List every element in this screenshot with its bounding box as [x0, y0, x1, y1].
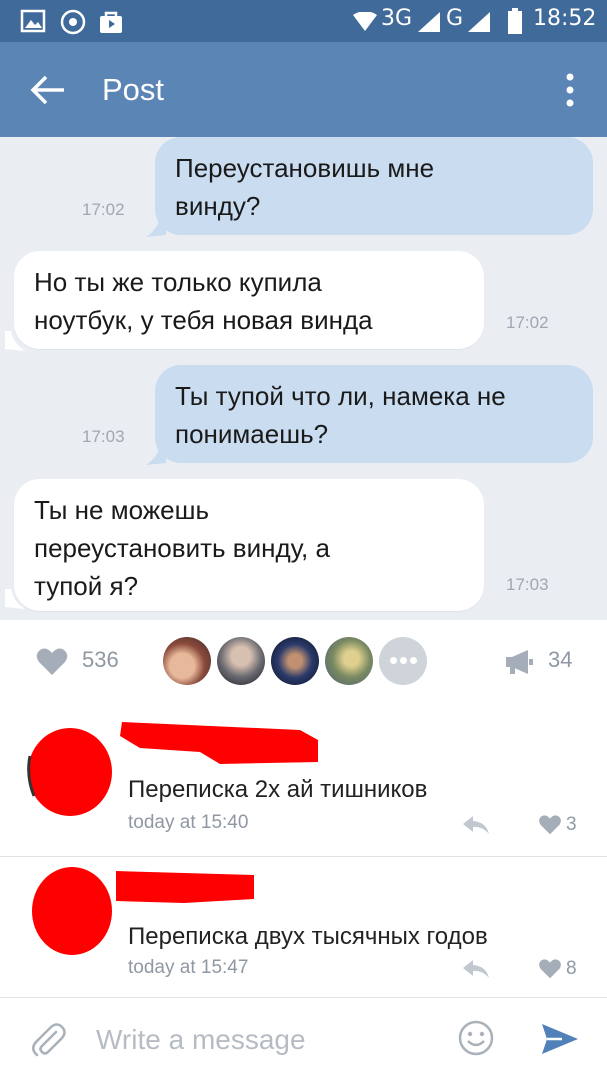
message-line: Переустановишь мне [175, 153, 435, 183]
store-bag-icon [100, 11, 122, 33]
heart-icon[interactable] [538, 959, 562, 979]
vk-circle-icon [60, 9, 86, 35]
redacted-name [120, 722, 318, 764]
signal-icon [418, 12, 440, 32]
message-time: 17:02 [82, 200, 125, 219]
message-line: винду? [175, 191, 261, 221]
comment: Переписка 2х ай тишников today at 15:40 … [0, 704, 607, 855]
message-bubble-incoming: Но ты же только купила ноутбук, у тебя н… [14, 251, 484, 349]
message-bubble-outgoing: Переустановишь мне винду? [155, 137, 593, 235]
chat-screenshot: Переустановишь мне винду? 17:02 Но ты же… [0, 137, 607, 620]
clock: 18:52 [533, 6, 597, 31]
paperclip-icon[interactable] [30, 1022, 66, 1058]
message-line: Ты тупой что ли, намека не [175, 381, 506, 411]
avatar[interactable] [217, 637, 265, 685]
post-reactions: 536 34 [0, 620, 607, 704]
message-line: тупой я? [34, 571, 139, 601]
message-line: переустановить винду, а [34, 533, 330, 563]
message-input[interactable] [96, 1018, 436, 1062]
network-g-label: G [446, 6, 464, 31]
comment-date: today at 15:47 [128, 957, 249, 978]
heart-icon[interactable] [36, 648, 68, 676]
message-bubble-outgoing: Ты тупой что ли, намека не понимаешь? [155, 365, 593, 463]
comment-like-count: 8 [566, 958, 577, 979]
heart-icon[interactable] [538, 815, 562, 835]
message-bubble-incoming: Ты не можешь переустановить винду, а туп… [14, 479, 484, 611]
comment-text: Переписка 2х ай тишников [128, 776, 428, 803]
bubble-tail [5, 331, 25, 351]
message-time: 17:03 [82, 427, 125, 446]
avatar[interactable] [163, 637, 211, 685]
more-likers-button[interactable] [379, 637, 427, 685]
arrow-left-icon[interactable] [26, 68, 70, 112]
comment: Переписка двух тысячных годов today at 1… [0, 857, 607, 997]
avatar[interactable] [325, 637, 373, 685]
network-3g-label: 3G [381, 6, 413, 31]
bubble-tail [146, 445, 166, 465]
bubble-tail [146, 217, 166, 237]
post-screen: 3G G 18:52 Post Переустановишь мне винду… [0, 0, 607, 1080]
megaphone-icon[interactable] [504, 649, 534, 675]
battery-icon [508, 8, 522, 34]
send-icon[interactable] [540, 1022, 580, 1056]
message-time: 17:03 [506, 575, 549, 594]
reply-icon[interactable] [462, 958, 490, 980]
message-line: понимаешь? [175, 419, 329, 449]
message-composer [0, 998, 607, 1080]
signal-icon [468, 12, 490, 32]
redacted-name [116, 871, 254, 903]
message-line: Ты не можешь [34, 495, 209, 525]
app-bar: Post [0, 42, 607, 137]
page-title: Post [102, 72, 165, 107]
message-line: Но ты же только купила [34, 267, 322, 297]
more-vertical-icon[interactable] [556, 70, 584, 110]
comment-text: Переписка двух тысячных годов [128, 923, 488, 950]
reply-icon[interactable] [462, 814, 490, 836]
message-time: 17:02 [506, 313, 549, 332]
comment-date: today at 15:40 [128, 812, 249, 833]
avatar[interactable] [271, 637, 319, 685]
smile-icon[interactable] [458, 1020, 494, 1056]
comment-like-count: 3 [566, 814, 577, 835]
gallery-icon [20, 9, 46, 33]
status-bar: 3G G 18:52 [0, 0, 607, 42]
bubble-tail [5, 589, 25, 609]
like-count: 536 [82, 647, 119, 672]
message-line: ноутбук, у тебя новая винда [34, 305, 373, 335]
repost-count: 34 [548, 647, 573, 672]
wifi-icon [353, 12, 377, 31]
